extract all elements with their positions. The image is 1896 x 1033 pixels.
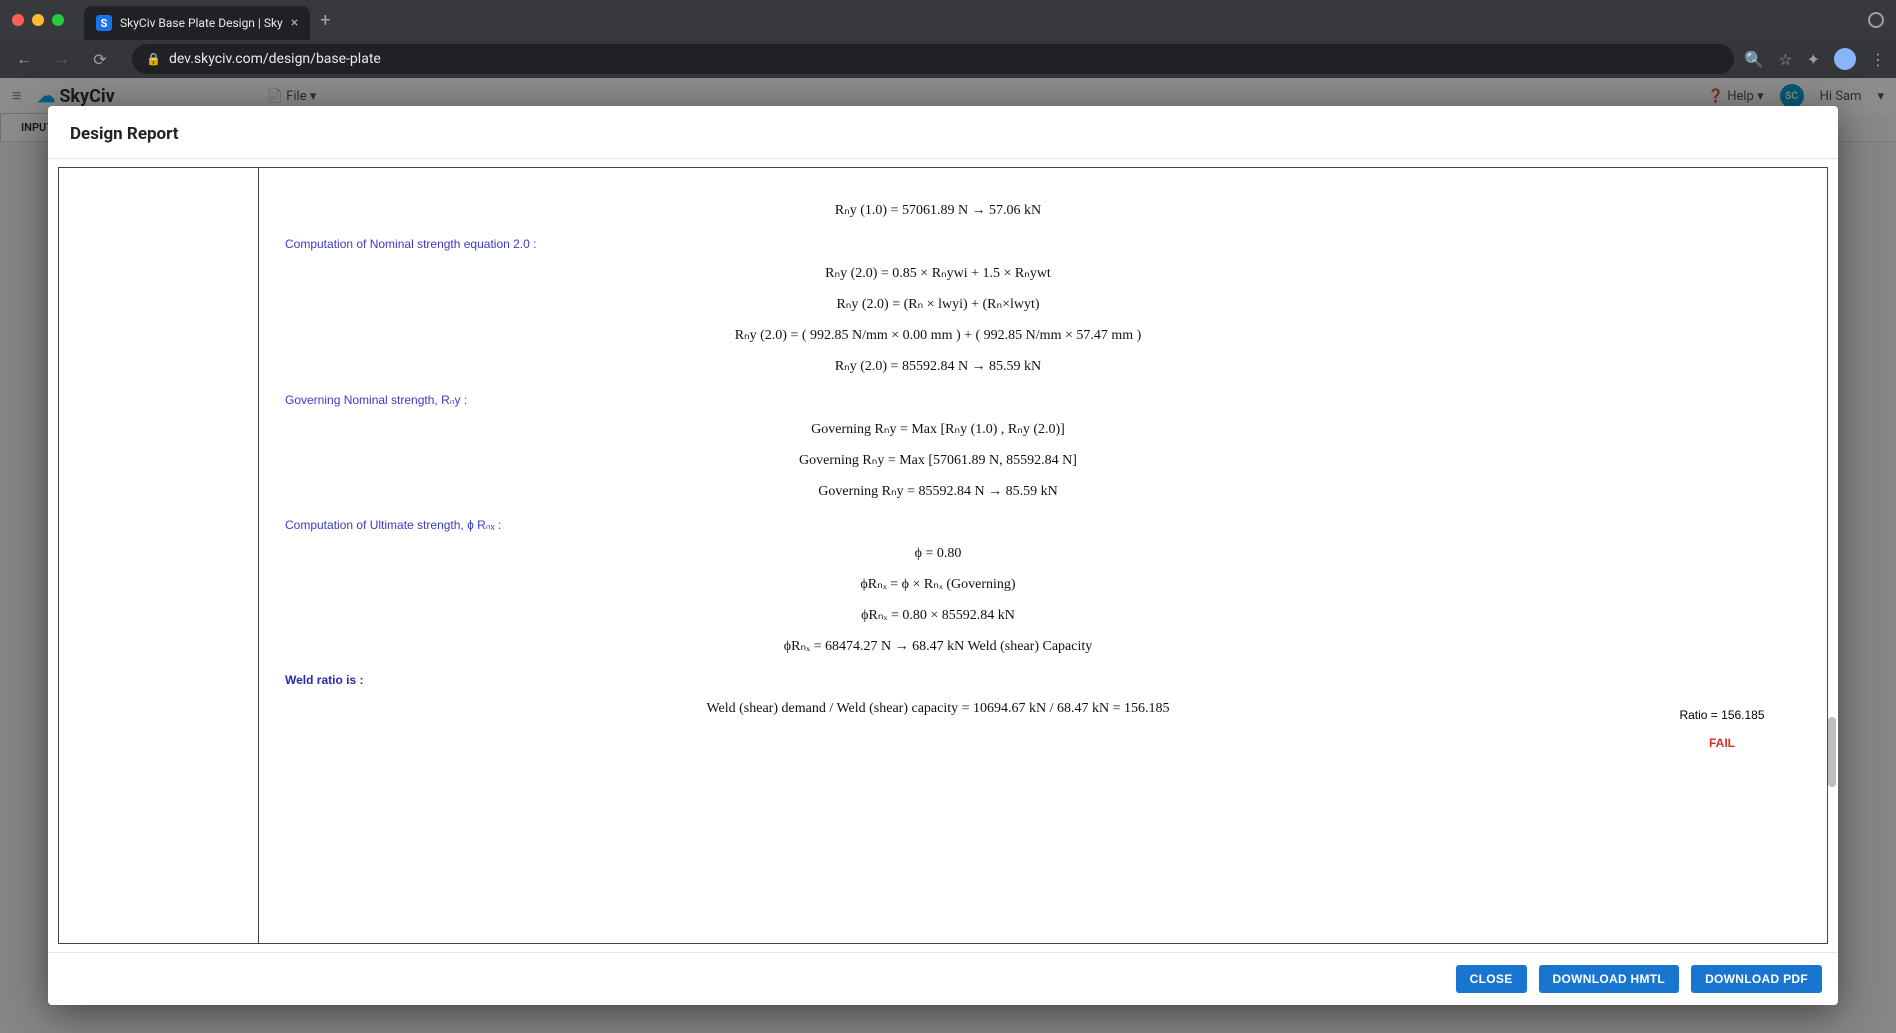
favicon-icon: S bbox=[96, 15, 112, 31]
download-html-button[interactable]: DOWNLOAD HMTL bbox=[1539, 965, 1680, 993]
tab-title: SkyCiv Base Plate Design | Sky bbox=[120, 16, 283, 30]
user-avatar[interactable]: SC bbox=[1780, 84, 1804, 108]
modal-title: Design Report bbox=[48, 106, 1838, 158]
ratio-value: Ratio = 156.185 bbox=[1629, 708, 1815, 722]
equation: ϕRₙₓ = ϕ × Rₙₓ (Governing) bbox=[279, 576, 1597, 593]
equation: Weld (shear) demand / Weld (shear) capac… bbox=[279, 701, 1597, 717]
minimize-window-button[interactable] bbox=[32, 14, 44, 26]
reload-button[interactable]: ⟳ bbox=[86, 50, 114, 69]
scrollbar-thumb[interactable] bbox=[1828, 717, 1836, 787]
report-body[interactable]: Rₙy (1.0) = 57061.89 N → 57.06 kN Comput… bbox=[48, 159, 1838, 952]
equation: Rₙy (2.0) = 0.85 × Rₙywi + 1.5 × Rₙywt bbox=[279, 265, 1597, 282]
logo[interactable]: ☁ SkyCiv bbox=[37, 86, 114, 107]
bookmark-icon[interactable]: ☆ bbox=[1778, 50, 1792, 69]
close-button[interactable]: CLOSE bbox=[1456, 965, 1527, 993]
maximize-window-button[interactable] bbox=[52, 14, 64, 26]
url-text: dev.skyciv.com/design/base-plate bbox=[169, 51, 381, 67]
traffic-lights bbox=[12, 14, 64, 26]
browser-tab[interactable]: S SkyCiv Base Plate Design | Sky × bbox=[84, 6, 310, 40]
user-greeting: Hi Sam bbox=[1820, 89, 1862, 104]
report-left-column bbox=[59, 168, 259, 943]
equation: Rₙy (1.0) = 57061.89 N → 57.06 kN bbox=[279, 202, 1597, 219]
new-tab-button[interactable]: + bbox=[310, 10, 340, 31]
equation: Governing Rₙy = Max [Rₙy (1.0) , Rₙy (2.… bbox=[279, 421, 1597, 438]
cloud-icon: ☁ bbox=[37, 86, 55, 107]
modal-footer: CLOSE DOWNLOAD HMTL DOWNLOAD PDF bbox=[48, 952, 1838, 1005]
equation: ϕRₙₓ = 0.80 × 85592.84 kN bbox=[279, 607, 1597, 624]
result-status: FAIL bbox=[1629, 736, 1815, 750]
section-heading: Computation of Nominal strength equation… bbox=[285, 237, 1597, 251]
equation: Rₙy (2.0) = (Rₙ × lwyi) + (Rₙ×lwyt) bbox=[279, 296, 1597, 313]
user-menu-chevron-icon[interactable]: ▾ bbox=[1877, 89, 1884, 104]
forward-button[interactable]: → bbox=[48, 49, 76, 69]
hamburger-icon[interactable]: ≡ bbox=[12, 86, 21, 106]
menu-icon[interactable]: ⋮ bbox=[1870, 50, 1886, 69]
design-report-modal: Design Report Rₙy (1.0) = 57061.89 N → 5… bbox=[48, 106, 1838, 1005]
report-result-column: Ratio = 156.185 FAIL bbox=[1617, 168, 1827, 943]
close-tab-icon[interactable]: × bbox=[291, 15, 298, 31]
close-window-button[interactable] bbox=[12, 14, 24, 26]
logo-text: SkyCiv bbox=[59, 86, 114, 107]
section-heading: Computation of Ultimate strength, ϕ Rₙₓ … bbox=[285, 518, 1597, 532]
equation: Governing Rₙy = Max [57061.89 N, 85592.8… bbox=[279, 452, 1597, 469]
equation: Governing Rₙy = 85592.84 N → 85.59 kN bbox=[279, 483, 1597, 500]
section-heading: Governing Nominal strength, Rₙy : bbox=[285, 393, 1597, 407]
lock-icon: 🔒 bbox=[146, 52, 161, 66]
equation: ϕ = 0.80 bbox=[279, 546, 1597, 562]
window-titlebar: S SkyCiv Base Plate Design | Sky × + bbox=[0, 0, 1896, 40]
browser-toolbar: ← → ⟳ 🔒 dev.skyciv.com/design/base-plate… bbox=[0, 40, 1896, 78]
report-content: Rₙy (1.0) = 57061.89 N → 57.06 kN Comput… bbox=[259, 168, 1617, 943]
back-button[interactable]: ← bbox=[10, 49, 38, 69]
profile-avatar[interactable] bbox=[1834, 48, 1856, 70]
file-menu[interactable]: 📄 File ▾ bbox=[267, 89, 317, 104]
equation: Rₙy (2.0) = ( 992.85 N/mm × 0.00 mm ) + … bbox=[279, 327, 1597, 344]
equation: ϕRₙₓ = 68474.27 N → 68.47 kN Weld (shear… bbox=[279, 638, 1597, 655]
section-heading: Weld ratio is : bbox=[285, 673, 1597, 687]
account-status-icon[interactable] bbox=[1868, 12, 1884, 28]
help-menu[interactable]: ❓ Help ▾ bbox=[1708, 89, 1764, 104]
download-pdf-button[interactable]: DOWNLOAD PDF bbox=[1691, 965, 1822, 993]
zoom-icon[interactable]: 🔍 bbox=[1744, 50, 1764, 69]
extensions-icon[interactable]: ✦ bbox=[1807, 50, 1820, 69]
address-bar[interactable]: 🔒 dev.skyciv.com/design/base-plate bbox=[132, 44, 1734, 74]
equation: Rₙy (2.0) = 85592.84 N → 85.59 kN bbox=[279, 358, 1597, 375]
